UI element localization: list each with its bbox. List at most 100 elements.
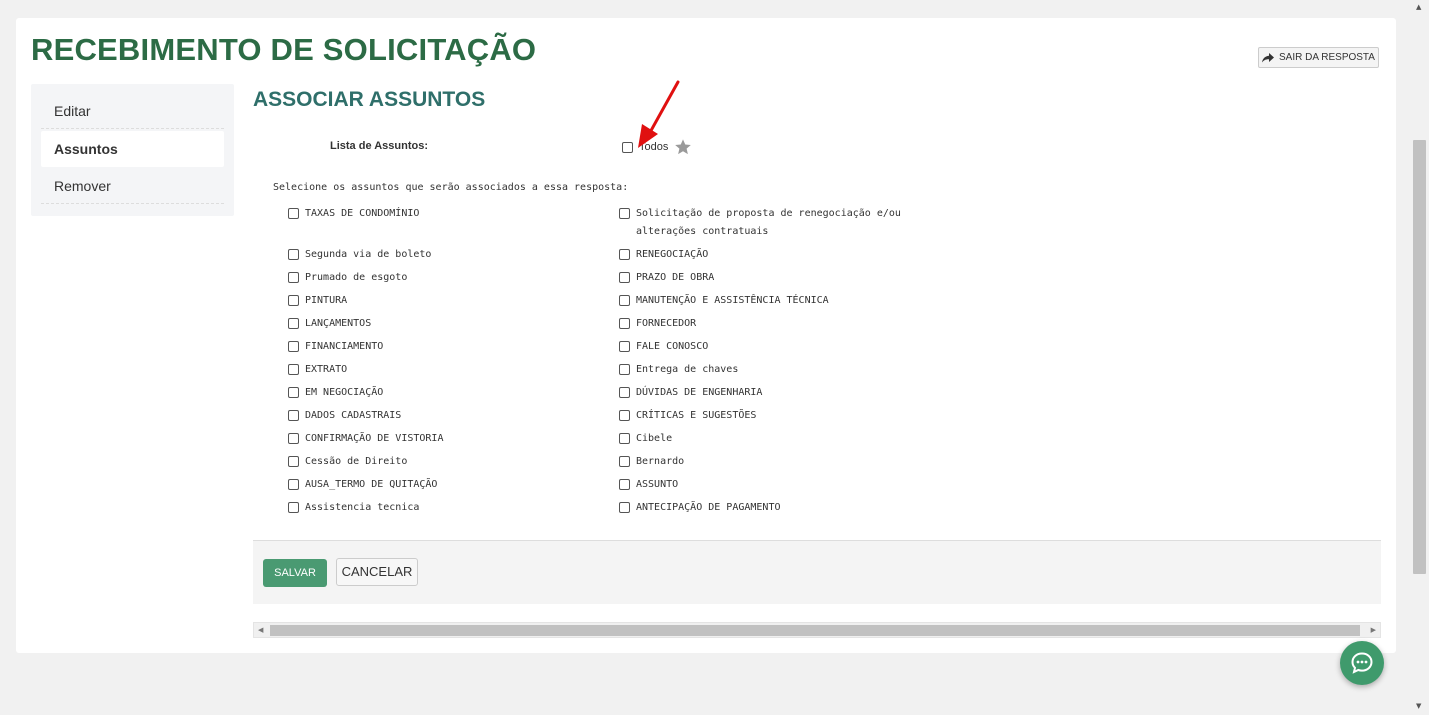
subject-item[interactable]: Prumado de esgoto [288,269,407,287]
subject-checkbox[interactable] [619,208,630,219]
subject-item[interactable]: ANTECIPAÇÃO DE PAGAMENTO [619,499,781,517]
subject-checkbox[interactable] [619,249,630,260]
subject-label: DÚVIDAS DE ENGENHARIA [636,387,763,398]
subject-checkbox[interactable] [288,433,299,444]
subject-checkbox[interactable] [288,410,299,421]
subject-label: PINTURA [305,295,348,306]
subject-checkbox[interactable] [619,479,630,490]
section-title: ASSOCIAR ASSUNTOS [253,88,486,111]
exit-response-button[interactable]: SAIR DA RESPOSTA [1258,47,1379,68]
subject-item[interactable]: CONFIRMAÇÃO DE VISTORIA [288,430,443,448]
sidebar-item-editar[interactable]: Editar [41,93,224,129]
chat-button[interactable] [1340,641,1384,685]
scroll-right-icon[interactable]: ▶ [1371,626,1376,634]
subject-checkbox[interactable] [619,272,630,283]
subject-checkbox[interactable] [288,387,299,398]
subject-checkbox[interactable] [288,295,299,306]
subject-checkbox[interactable] [619,410,630,421]
scroll-up-icon[interactable]: ▲ [1416,3,1421,11]
sidebar-item-remover[interactable]: Remover [41,168,224,204]
subject-item[interactable]: MANUTENÇÃO E ASSISTÊNCIA TÉCNICA [619,292,829,310]
subject-item[interactable]: Segunda via de boleto [288,246,431,264]
subject-checkbox[interactable] [288,272,299,283]
sidebar-item-assuntos[interactable]: Assuntos [41,131,224,167]
subject-label: Segunda via de boleto [305,249,432,260]
subject-item[interactable]: RENEGOCIAÇÃO [619,246,708,264]
subject-label: DADOS CADASTRAIS [305,410,402,421]
subject-label: Bernardo [636,456,685,467]
subject-item[interactable]: FORNECEDOR [619,315,696,333]
subject-item[interactable]: EXTRATO [288,361,347,379]
scroll-left-icon[interactable]: ◀ [258,626,263,634]
subject-checkbox[interactable] [619,364,630,375]
share-arrow-icon [1262,52,1275,62]
subject-checkbox[interactable] [288,208,299,219]
subject-checkbox[interactable] [288,364,299,375]
subject-checkbox[interactable] [288,479,299,490]
subject-item[interactable]: ASSUNTO [619,476,678,494]
subject-item[interactable]: EM NEGOCIAÇÃO [288,384,383,402]
subject-label: Prumado de esgoto [305,272,408,283]
select-all-checkbox[interactable] [622,141,633,153]
subject-checkbox[interactable] [619,318,630,329]
instructions-text: Selecione os assuntos que serão associad… [273,182,629,193]
subject-item[interactable]: FALE CONOSCO [619,338,708,356]
sidebar: Editar Assuntos Remover [31,84,234,216]
page-title: RECEBIMENTO DE SOLICITAÇÃO [31,32,537,67]
subject-label: RENEGOCIAÇÃO [636,249,709,260]
subject-item[interactable]: Cessão de Direito [288,453,407,471]
subject-item[interactable]: Assistencia tecnica [288,499,419,517]
scroll-down-icon[interactable]: ▼ [1416,702,1421,710]
subject-label: Cessão de Direito [305,456,408,467]
subject-item[interactable]: FINANCIAMENTO [288,338,383,356]
subject-checkbox[interactable] [288,341,299,352]
subject-label: ASSUNTO [636,479,679,490]
chat-bubble-icon [1351,652,1373,674]
subject-checkbox[interactable] [619,387,630,398]
subject-checkbox[interactable] [619,341,630,352]
save-button[interactable]: SALVAR [263,559,327,587]
cancel-button[interactable]: CANCELAR [336,558,418,586]
subject-checkbox[interactable] [619,502,630,513]
form-actions: SALVAR CANCELAR [253,540,1381,604]
subject-label: AUSA_TERMO DE QUITAÇÃO [305,479,438,490]
subject-label: ANTECIPAÇÃO DE PAGAMENTO [636,502,781,513]
horizontal-scrollbar[interactable]: ◀ ▶ [253,622,1381,638]
subject-item[interactable]: TAXAS DE CONDOMÍNIO [288,205,419,223]
subject-item[interactable]: Cibele [619,430,672,448]
subject-list-label: Lista de Assuntos: [330,140,428,152]
subject-label: CRÍTICAS E SUGESTÕES [636,410,757,421]
subject-checkbox[interactable] [288,456,299,467]
main-card: RECEBIMENTO DE SOLICITAÇÃO SAIR DA RESPO… [16,18,1396,653]
subject-label: CONFIRMAÇÃO DE VISTORIA [305,433,444,444]
subject-label: EXTRATO [305,364,348,375]
subject-label: FALE CONOSCO [636,341,709,352]
subject-item[interactable]: CRÍTICAS E SUGESTÕES [619,407,756,425]
subject-checkbox[interactable] [288,318,299,329]
subject-label: EM NEGOCIAÇÃO [305,387,384,398]
vertical-scrollbar[interactable]: ▲ ▼ [1411,0,1429,715]
subject-item[interactable]: Bernardo [619,453,684,471]
subject-checkbox[interactable] [619,456,630,467]
subject-checkbox[interactable] [288,249,299,260]
subject-item[interactable]: LANÇAMENTOS [288,315,371,333]
subject-item[interactable]: PINTURA [288,292,347,310]
horizontal-scroll-thumb[interactable] [270,625,1360,636]
vertical-scroll-thumb[interactable] [1413,140,1426,574]
subject-label: LANÇAMENTOS [305,318,372,329]
subject-label: Cibele [636,433,673,444]
subject-label: TAXAS DE CONDOMÍNIO [305,208,420,219]
subject-item[interactable]: DÚVIDAS DE ENGENHARIA [619,384,762,402]
subject-checkbox[interactable] [619,433,630,444]
subject-item[interactable]: Solicitação de proposta de renegociação … [619,205,931,241]
subject-item[interactable]: AUSA_TERMO DE QUITAÇÃO [288,476,437,494]
subject-item[interactable]: Entrega de chaves [619,361,738,379]
subject-checkbox[interactable] [619,295,630,306]
subject-label: Assistencia tecnica [305,502,420,513]
subject-checkbox[interactable] [288,502,299,513]
subject-item[interactable]: PRAZO DE OBRA [619,269,714,287]
subject-label: Entrega de chaves [636,364,739,375]
subject-label: MANUTENÇÃO E ASSISTÊNCIA TÉCNICA [636,295,829,306]
subject-item[interactable]: DADOS CADASTRAIS [288,407,401,425]
subject-label: Solicitação de proposta de renegociação … [636,208,901,237]
